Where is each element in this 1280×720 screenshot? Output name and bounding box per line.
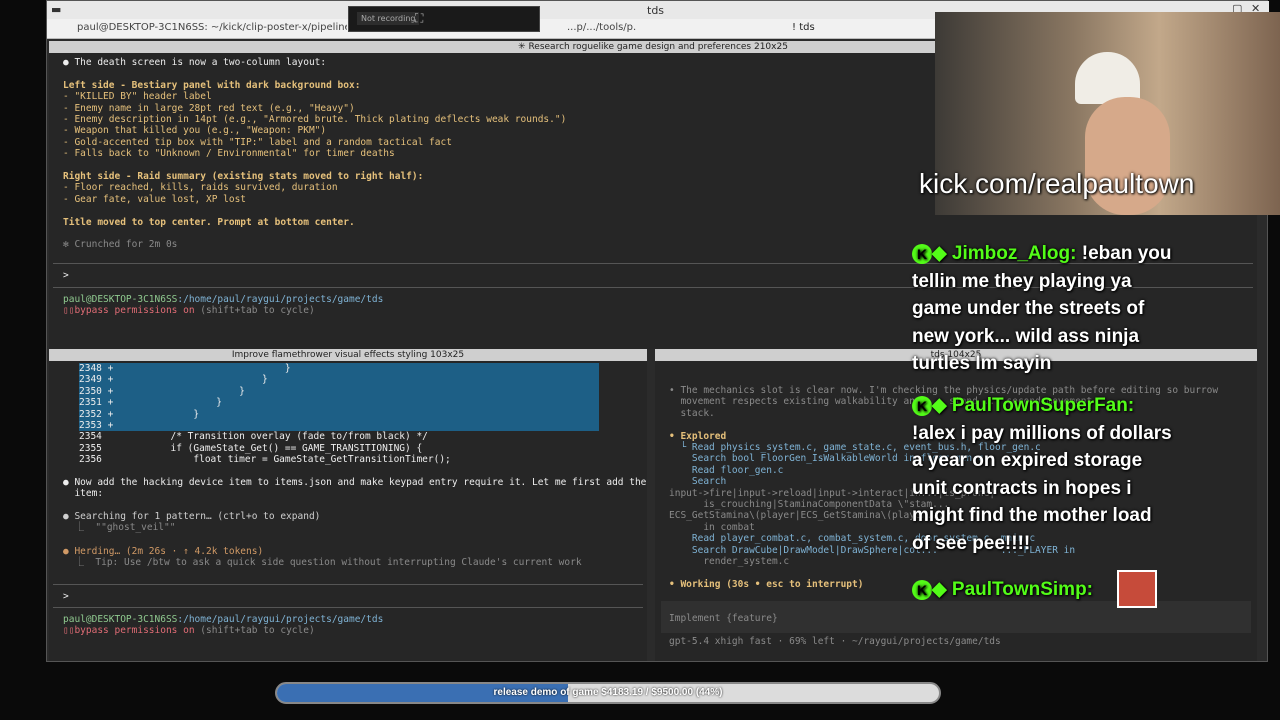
output-line: - "KILLED BY" header label	[63, 91, 212, 103]
chat-message: K ◆ PaulTownSuperFan: !alex i pay million…	[912, 392, 1172, 557]
divider	[53, 584, 643, 585]
code-line: 2353 +	[79, 420, 599, 432]
output-line: Search	[669, 476, 727, 488]
top-cwd: paul@DESKTOP-3C1N6SS:/home/paul/raygui/p…	[63, 294, 384, 305]
recorder-widget: Not recording ⛶	[348, 6, 540, 32]
warning-icon: ▯▯	[63, 305, 75, 316]
diamond-icon: ◆	[932, 243, 947, 264]
desktop: ▬ tds ▁ ▢ ✕ paul@DESKTOP-3C1N6SS: ~/kick…	[0, 0, 1280, 720]
bl-msg-2: item:	[63, 488, 104, 499]
top-prompt[interactable]: >	[63, 270, 69, 281]
kick-icon: K	[912, 395, 932, 416]
warning-icon: ▯▯	[63, 625, 75, 636]
kick-icon: K	[912, 579, 932, 600]
kick-icon: K	[912, 243, 932, 264]
bl-herding: ● Herding… (2m 26s · ↑ 4.2k tokens)	[63, 546, 264, 557]
chat-message: K ◆ Jimboz_Alog: !eban you tellin me they…	[912, 240, 1172, 378]
output-line: - Gear fate, value lost, XP lost	[63, 193, 247, 205]
chat-username: PaulTownSimp:	[951, 579, 1093, 600]
code-line: 2354 /* Transition overlay (fade to/from…	[79, 431, 428, 443]
code-line: 2349 + }	[79, 374, 599, 386]
output-line: - Weapon that killed you (e.g., "Weapon:…	[63, 125, 327, 137]
emote-icon	[1117, 570, 1157, 608]
code-line: 2350 + }	[79, 385, 599, 398]
code-line: 2351 + }	[79, 397, 599, 409]
stream-url: kick.com/realpaultown	[919, 168, 1195, 199]
output-line: - Enemy name in large 28pt red text (e.g…	[63, 102, 355, 114]
diamond-icon: ◆	[932, 579, 947, 600]
bl-permissions: ▯▯bypass permissions on (shift+tab to cy…	[63, 625, 315, 636]
output-line: is_crouching|StaminaComponentData \"stam…	[669, 499, 950, 510]
output-line: render_system.c	[669, 556, 790, 567]
chat-username: PaulTownSuperFan:	[951, 395, 1135, 416]
chat-username: Jimboz_Alog:	[951, 243, 1077, 264]
output-line: - Falls back to "Unknown / Environmental…	[63, 148, 395, 160]
bl-cwd: paul@DESKTOP-3C1N6SS:/home/paul/raygui/p…	[63, 614, 384, 625]
bl-search: ● Searching for 1 pattern… (ctrl+o to ex…	[63, 511, 321, 522]
recording-status[interactable]: Not recording	[357, 12, 420, 25]
code-line: 2356 float timer = GameState_GetTransiti…	[79, 454, 451, 466]
br-status: gpt-5.4 xhigh fast · 69% left · ~/raygui…	[669, 636, 1001, 647]
bl-prompt[interactable]: >	[63, 591, 69, 602]
pane-bl-title: Improve flamethrower visual effects styl…	[49, 349, 647, 361]
goal-label: release demo of game $4183.19 / $9500.00…	[493, 687, 723, 698]
output-line: ✻ Crunched for 2m 0s	[63, 239, 178, 251]
code-line: 2355 if (GameState_Get() == GAME_TRANSIT…	[79, 442, 423, 454]
br-input[interactable]: Implement {feature}	[669, 613, 778, 624]
tab-tools[interactable]: ...p/.../tools/p...	[567, 22, 637, 33]
tab-tds[interactable]: ! tds	[792, 22, 852, 33]
top-permissions: ▯▯bypass permissions on (shift+tab to cy…	[63, 305, 315, 316]
tab-pipeline-ui[interactable]: paul@DESKTOP-3C1N6SS: ~/kick/clip-poster…	[77, 22, 347, 33]
bl-msg-1: ● Now add the hacking device item to ite…	[63, 477, 647, 488]
output-line: - Enemy description in 14pt (e.g., "Armo…	[63, 114, 567, 125]
code-line: 2348 + }	[79, 363, 599, 375]
output-line: ● The death screen is now a two-column l…	[63, 57, 327, 68]
pane-bottom-left[interactable]: Improve flamethrower visual effects styl…	[49, 349, 647, 661]
fullscreen-icon[interactable]: ⛶	[415, 11, 423, 26]
output-line: Read floor_gen.c	[669, 464, 784, 476]
app-icon: ▬	[51, 3, 62, 16]
bl-tip: ⎿ Tip: Use /btw to ask a quick side ques…	[63, 557, 582, 568]
output-line: - Floor reached, kills, raids survived, …	[63, 182, 338, 194]
bl-search-query: ⎿ ""ghost_veil""	[63, 522, 176, 533]
output-line: • Explored	[669, 430, 727, 442]
chat-message: K ◆ PaulTownSimp:	[912, 570, 1172, 608]
output-line: in combat	[669, 521, 755, 533]
diamond-icon: ◆	[932, 395, 947, 416]
output-line: Right side - Raid summary (existing stat…	[63, 171, 424, 182]
output-line: • Working (30s • esc to interrupt)	[669, 578, 864, 590]
output-line: Title moved to top center. Prompt at bot…	[63, 216, 355, 228]
divider	[53, 607, 643, 608]
window-title: tds	[647, 4, 665, 17]
output-line: - Gold-accented tip box with "TIP:" labe…	[63, 136, 452, 148]
donation-goal-bar: release demo of game $4183.19 / $9500.00…	[275, 682, 941, 704]
output-line: stack.	[669, 407, 715, 419]
output-line: Left side - Bestiary panel with dark bac…	[63, 79, 361, 91]
output-line: ECS_GetStamina\(player|ECS_GetStamina\(p…	[669, 510, 944, 522]
code-line: 2352 + }	[79, 408, 599, 420]
br-input-box[interactable]: Implement {feature}	[661, 601, 1251, 633]
chat-text: !alex i pay millions of dollars a year o…	[912, 422, 1172, 554]
